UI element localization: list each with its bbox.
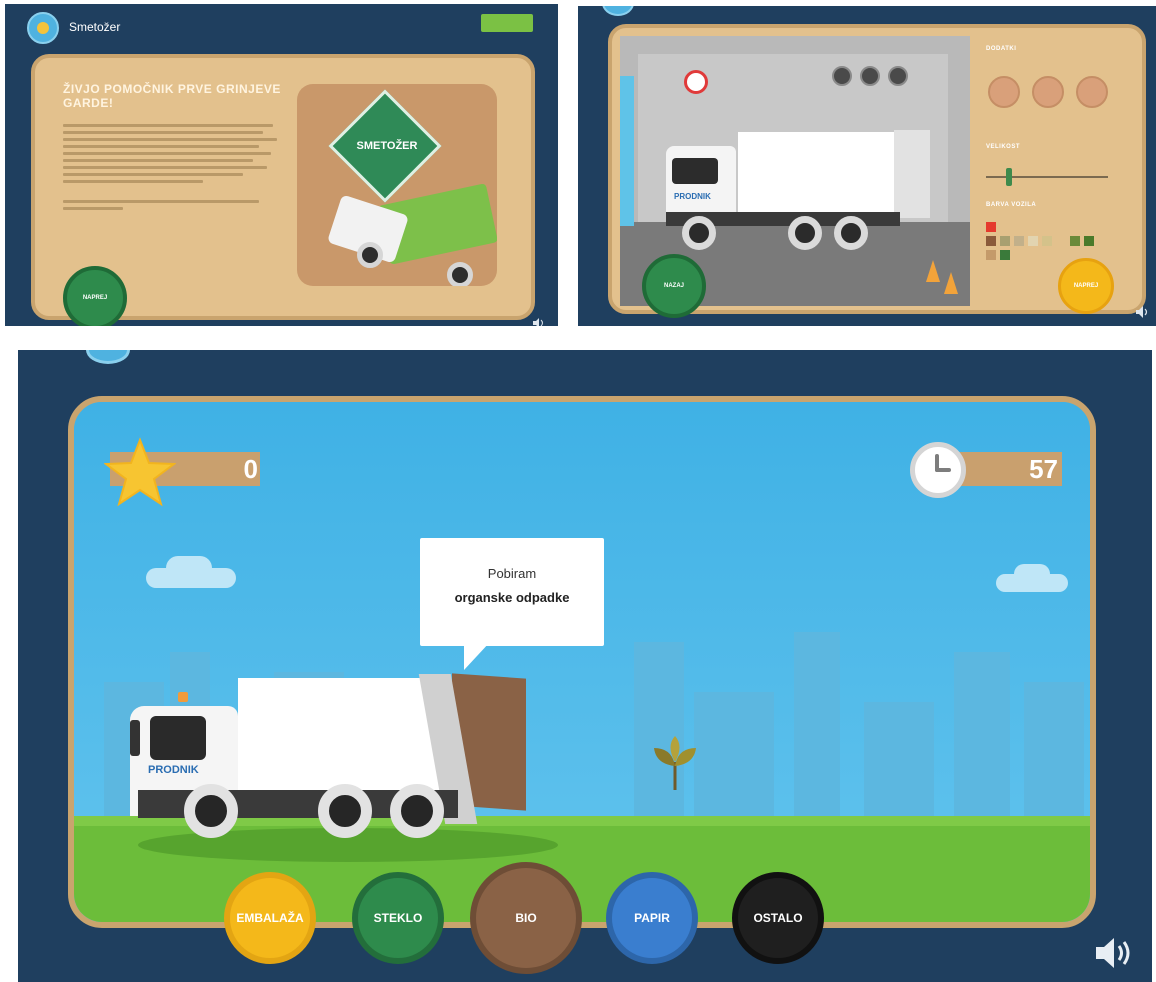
intro-paragraph: [63, 124, 279, 210]
fan-icon: [888, 66, 908, 86]
city-building: [794, 632, 840, 822]
app-logo-icon: [27, 12, 59, 44]
speaker-icon[interactable]: [533, 318, 545, 326]
wheel-icon: [788, 216, 822, 250]
intro-heading: ŽIVJO POMOČNIK PRVE GRINJEVE GARDE!: [63, 82, 281, 110]
customize-screen: PRODNIK DODATKI VELIKOST BARVA VOZILA NA…: [578, 6, 1156, 326]
back-button[interactable]: NAZAJ: [642, 254, 706, 318]
color-swatch[interactable]: [986, 250, 996, 260]
wheel-icon: [184, 784, 238, 838]
color-label: BARVA VOZILA: [986, 202, 1037, 208]
app-title: Smetožer: [69, 20, 121, 34]
truck-window: [150, 716, 206, 760]
intro-screen: Smetožer ŽIVJO POMOČNIK PRVE GRINJEVE GA…: [5, 4, 558, 326]
color-swatch[interactable]: [1014, 236, 1024, 246]
truck-mirror: [130, 720, 140, 756]
color-swatch[interactable]: [986, 222, 996, 232]
sign-label: SMETOŽER: [356, 140, 418, 152]
bin-button-ostalo[interactable]: OSTALO: [732, 872, 824, 964]
score-value: 0: [243, 454, 258, 484]
wheel-icon: [834, 216, 868, 250]
color-swatch[interactable]: [986, 236, 996, 246]
part-option-3[interactable]: [1076, 76, 1108, 108]
app-logo-icon: [602, 6, 634, 16]
truck-beacon: [178, 692, 188, 702]
size-slider-track[interactable]: [986, 176, 1108, 178]
truck-window: [672, 158, 718, 184]
truck-body: [238, 678, 440, 792]
wheel-icon: [682, 216, 716, 250]
fan-icon: [832, 66, 852, 86]
color-swatch[interactable]: [1028, 236, 1038, 246]
color-swatch[interactable]: [1000, 236, 1010, 246]
wheel-icon: [390, 784, 444, 838]
bin-button-embalaza[interactable]: EMBALAŽA: [224, 872, 316, 964]
start-button[interactable]: NAPREJ: [63, 266, 127, 326]
truck-body: [738, 132, 894, 212]
speech-bubble-tail: [464, 642, 490, 670]
city-building: [634, 642, 684, 822]
clock-hand: [935, 468, 951, 472]
truck-brand: PRODNIK: [148, 764, 199, 776]
part-option-2[interactable]: [1032, 76, 1064, 108]
part-option-1[interactable]: [988, 76, 1020, 108]
customize-sidebar: DODATKI VELIKOST BARVA VOZILA: [974, 36, 1134, 306]
wheel-icon: [318, 784, 372, 838]
truck-brand: PRODNIK: [674, 192, 711, 201]
bin-button-bio[interactable]: BIO: [470, 862, 582, 974]
color-swatch[interactable]: [1042, 236, 1052, 246]
cloud-icon: [166, 556, 212, 580]
fan-icon: [860, 66, 880, 86]
size-label: VELIKOST: [986, 144, 1021, 150]
garage-door-strip: [620, 76, 634, 226]
wheel-icon: [357, 242, 383, 268]
speech-line-2: organske odpadke: [454, 590, 570, 605]
size-slider-handle[interactable]: [1006, 168, 1012, 186]
cloud-icon: [1014, 564, 1050, 584]
game-screen: 0 57 Pobiram organske odpadke PRODNIK EM…: [18, 350, 1152, 982]
star-icon: [104, 437, 176, 507]
bin-button-steklo[interactable]: STEKLO: [352, 872, 444, 964]
speaker-icon[interactable]: [1136, 306, 1150, 318]
color-swatch[interactable]: [1000, 250, 1010, 260]
timer-value: 57: [1029, 454, 1058, 484]
bin-button-papir[interactable]: PAPIR: [606, 872, 698, 964]
sprout-waste-icon[interactable]: [650, 736, 700, 790]
color-swatch[interactable]: [1084, 236, 1094, 246]
next-button[interactable]: NAPREJ: [1058, 258, 1114, 314]
truck-rear-lid: [894, 130, 930, 218]
wheel-icon: [447, 262, 473, 286]
speaker-icon[interactable]: [1094, 936, 1134, 970]
city-building: [1024, 682, 1084, 822]
traffic-cone-icon: [944, 272, 958, 294]
parts-label: DODATKI: [986, 46, 1017, 52]
speech-line-1: Pobiram: [487, 566, 537, 581]
city-building: [864, 702, 934, 822]
intro-illustration: SMETOŽER: [297, 84, 497, 286]
top-right-button[interactable]: [481, 14, 533, 32]
city-building: [694, 692, 774, 822]
color-swatch[interactable]: [1070, 236, 1080, 246]
traffic-cone-icon: [926, 260, 940, 282]
clock-icon: [684, 70, 708, 94]
app-logo-icon: [86, 350, 130, 364]
city-building: [954, 652, 1010, 822]
